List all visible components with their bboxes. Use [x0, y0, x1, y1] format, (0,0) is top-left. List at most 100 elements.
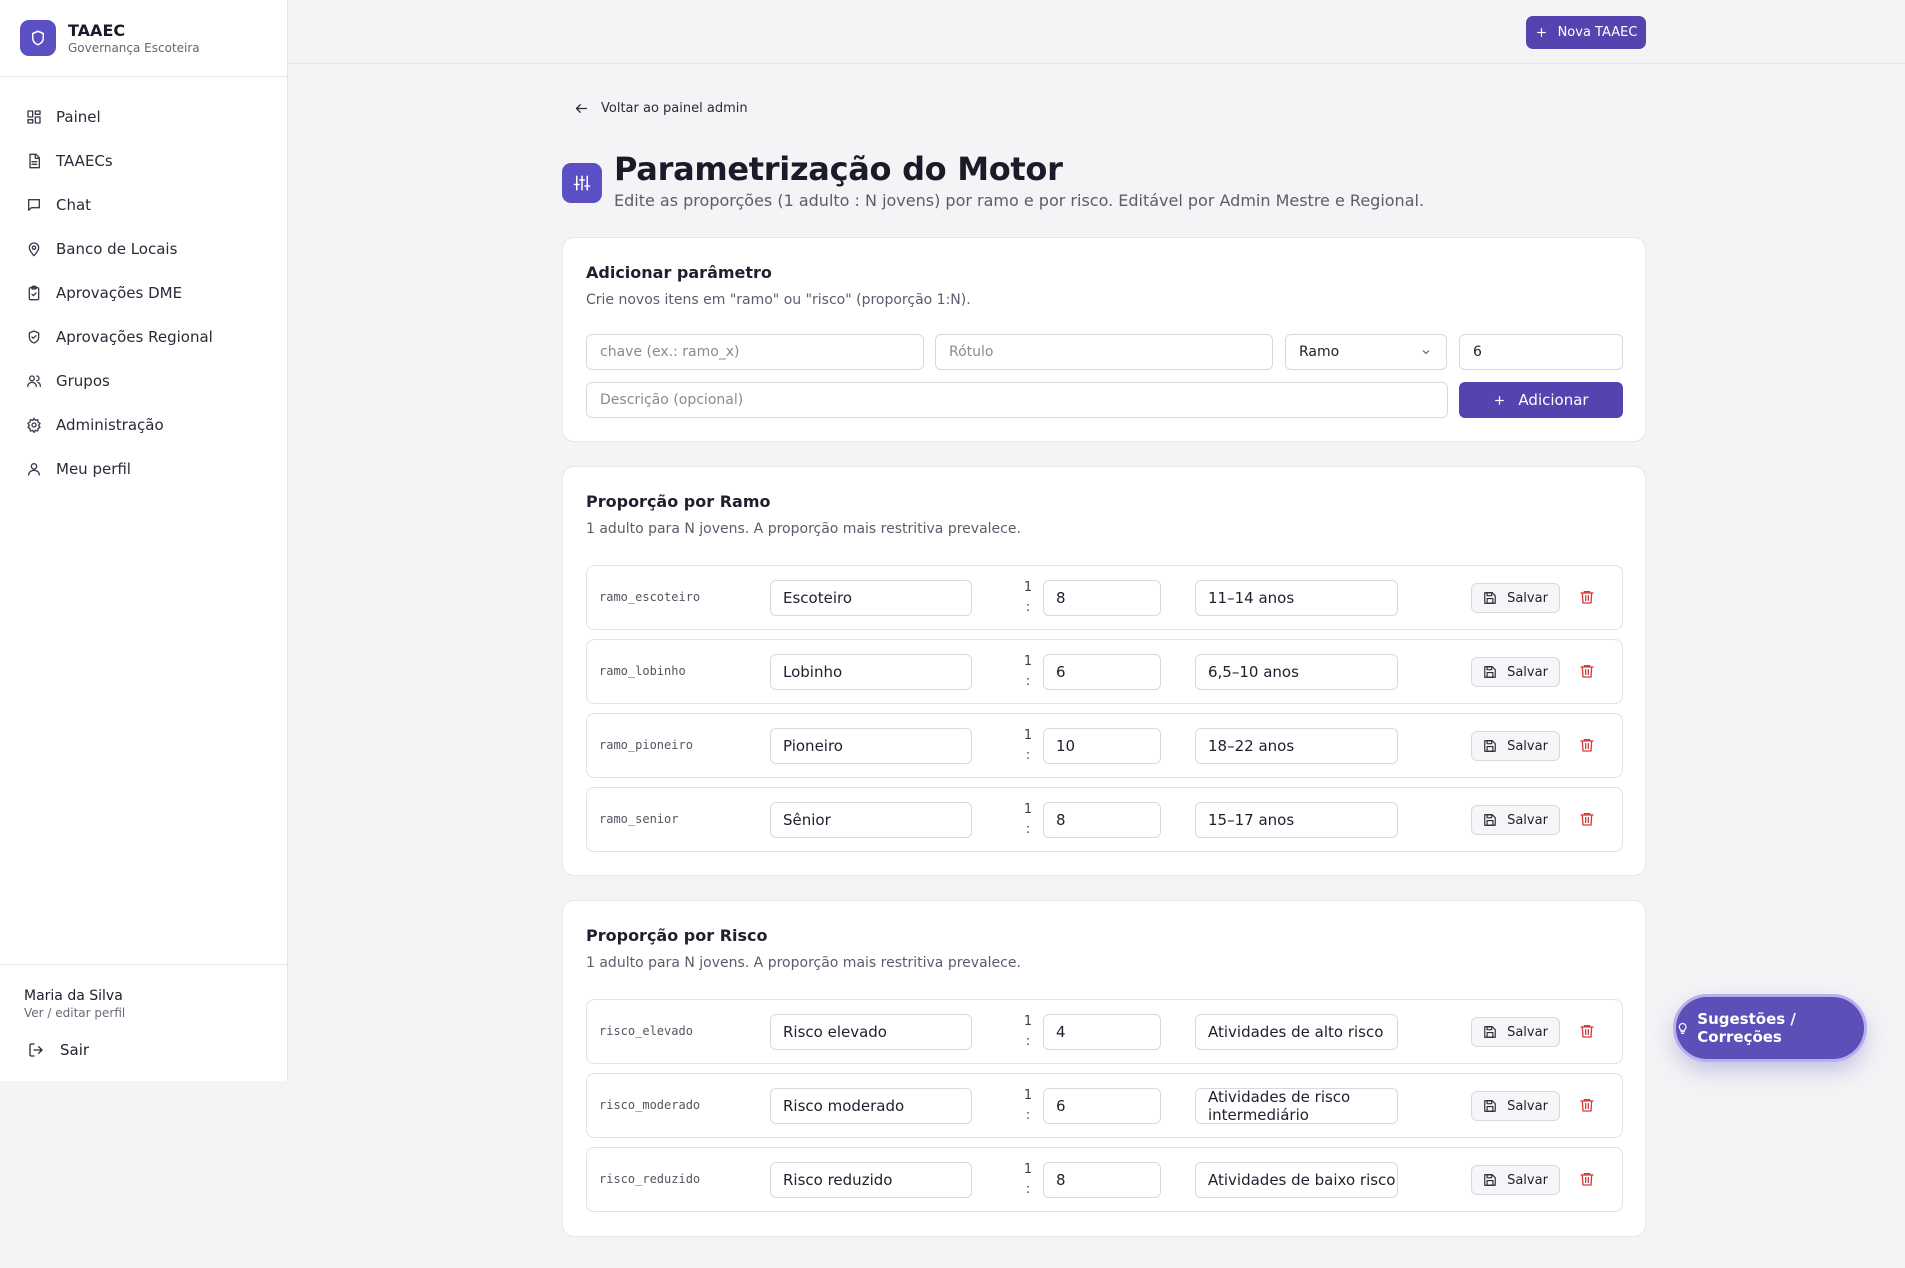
risco-card: Proporção por Risco 1 adulto para N jove…	[562, 900, 1646, 1237]
n-input[interactable]: 8	[1043, 1162, 1161, 1198]
delete-button[interactable]	[1579, 737, 1597, 755]
sidebar-item-grupos[interactable]: Grupos	[0, 359, 287, 403]
back-to-admin-link[interactable]: Voltar ao painel admin	[574, 101, 748, 116]
row-key: ramo_senior	[599, 812, 679, 826]
trash-icon	[1580, 1173, 1594, 1186]
description-input[interactable]: Descrição (opcional)	[586, 382, 1448, 418]
add-button-label: Adicionar	[1518, 391, 1589, 409]
page-subtitle: Edite as proporções (1 adulto : N jovens…	[614, 191, 1425, 210]
parameter-row: ramo_senior Sênior 1:8 15–17 anos Salvar	[586, 787, 1623, 852]
label-input[interactable]: Risco moderado	[770, 1088, 972, 1124]
edit-profile-link[interactable]: Ver / editar perfil	[24, 1005, 263, 1021]
ratio-label: 1:	[1023, 578, 1033, 618]
brand[interactable]: TAAEC Governança Escoteira	[0, 0, 287, 77]
new-taaec-label: Nova TAAEC	[1557, 25, 1638, 40]
sidebar-item-meu-perfil[interactable]: Meu perfil	[0, 447, 287, 491]
card-title: Proporção por Ramo	[586, 492, 771, 511]
save-button[interactable]: Salvar	[1471, 1091, 1560, 1121]
label-input[interactable]: Rótulo	[935, 334, 1273, 370]
label-input[interactable]: Risco reduzido	[770, 1162, 972, 1198]
save-icon	[1484, 1174, 1496, 1186]
document-icon	[29, 153, 40, 169]
chevron-down-icon	[1422, 350, 1430, 355]
sidebar-item-aprovacoes-dme[interactable]: Aprovações DME	[0, 271, 287, 315]
save-icon	[1484, 1026, 1496, 1038]
card-subtitle: Crie novos itens em "ramo" ou "risco" (p…	[586, 292, 971, 308]
row-key: ramo_pioneiro	[599, 738, 693, 752]
sidebar-item-label: Chat	[56, 196, 92, 214]
sidebar-item-aprovacoes-regional[interactable]: Aprovações Regional	[0, 315, 287, 359]
sidebar-item-label: Meu perfil	[56, 460, 131, 478]
ratio-one: 1	[1023, 802, 1033, 817]
sidebar-item-chat[interactable]: Chat	[0, 183, 287, 227]
save-button[interactable]: Salvar	[1471, 1165, 1560, 1195]
chat-icon	[28, 199, 40, 211]
n-input[interactable]: 6	[1459, 334, 1623, 370]
sidebar-item-painel[interactable]: Painel	[0, 95, 287, 139]
ramo-card: Proporção por Ramo 1 adulto para N joven…	[562, 466, 1646, 876]
ratio-separator: :	[1025, 822, 1031, 837]
save-button[interactable]: Salvar	[1471, 1017, 1560, 1047]
label-input[interactable]: Sênior	[770, 802, 972, 838]
label-input[interactable]: Lobinho	[770, 654, 972, 690]
n-input[interactable]: 6	[1043, 1088, 1161, 1124]
ratio-one: 1	[1023, 580, 1033, 595]
key-input[interactable]: chave (ex.: ramo_x)	[586, 334, 924, 370]
row-key: risco_moderado	[599, 1098, 701, 1112]
ratio-label: 1:	[1023, 726, 1033, 766]
sidebar-item-administracao[interactable]: Administração	[0, 403, 287, 447]
description-input[interactable]: 11–14 anos	[1195, 580, 1398, 616]
save-label: Salvar	[1507, 1172, 1548, 1188]
sidebar-item-label: Painel	[56, 108, 101, 126]
map-pin-icon	[28, 242, 40, 257]
description-input[interactable]: Atividades de alto risco	[1195, 1014, 1398, 1050]
gear-icon	[27, 417, 41, 433]
n-input[interactable]: 8	[1043, 580, 1161, 616]
delete-button[interactable]	[1579, 589, 1597, 607]
n-input[interactable]: 4	[1043, 1014, 1161, 1050]
save-label: Salvar	[1507, 738, 1548, 754]
delete-button[interactable]	[1579, 811, 1597, 829]
save-button[interactable]: Salvar	[1471, 583, 1560, 613]
card-subtitle: 1 adulto para N jovens. A proporção mais…	[586, 955, 1021, 971]
description-input[interactable]: 18–22 anos	[1195, 728, 1398, 764]
description-input[interactable]: 15–17 anos	[1195, 802, 1398, 838]
n-input[interactable]: 10	[1043, 728, 1161, 764]
type-select[interactable]: Ramo	[1285, 334, 1447, 370]
save-button[interactable]: Salvar	[1471, 731, 1560, 761]
description-input[interactable]: 6,5–10 anos	[1195, 654, 1398, 690]
type-select-value: Ramo	[1299, 344, 1340, 360]
delete-button[interactable]	[1579, 1097, 1597, 1115]
logout-button[interactable]: Sair	[24, 1041, 263, 1059]
delete-button[interactable]	[1579, 1171, 1597, 1189]
description-input[interactable]: Atividades de risco intermediário	[1195, 1088, 1398, 1124]
brand-subtitle: Governança Escoteira	[68, 40, 200, 55]
label-input[interactable]: Pioneiro	[770, 728, 972, 764]
new-taaec-button[interactable]: Nova TAAEC	[1526, 16, 1646, 49]
label-input[interactable]: Escoteiro	[770, 580, 972, 616]
trash-icon	[1580, 1025, 1594, 1038]
sidebar-item-banco-de-locais[interactable]: Banco de Locais	[0, 227, 287, 271]
n-input[interactable]: 8	[1043, 802, 1161, 838]
logout-label: Sair	[60, 1041, 90, 1059]
n-input[interactable]: 6	[1043, 654, 1161, 690]
delete-button[interactable]	[1579, 1023, 1597, 1041]
delete-button[interactable]	[1579, 663, 1597, 681]
parameter-row: risco_elevado Risco elevado 1:4 Atividades …	[586, 999, 1623, 1064]
row-key: risco_elevado	[599, 1024, 693, 1038]
sidebar-item-taaecs[interactable]: TAAECs	[0, 139, 287, 183]
ratio-separator: :	[1025, 1182, 1031, 1197]
row-key: ramo_lobinho	[599, 664, 686, 678]
shield-logo-icon	[20, 20, 56, 56]
suggestions-button[interactable]: Sugestões / Correções	[1676, 997, 1864, 1059]
ratio-label: 1:	[1023, 652, 1033, 692]
save-label: Salvar	[1507, 664, 1548, 680]
label-input[interactable]: Risco elevado	[770, 1014, 972, 1050]
trash-icon	[1580, 591, 1594, 604]
sidebar-item-label: Aprovações DME	[56, 284, 183, 302]
trash-icon	[1580, 739, 1594, 752]
add-button[interactable]: Adicionar	[1459, 382, 1623, 418]
description-input[interactable]: Atividades de baixo risco	[1195, 1162, 1398, 1198]
save-button[interactable]: Salvar	[1471, 657, 1560, 687]
save-button[interactable]: Salvar	[1471, 805, 1560, 835]
